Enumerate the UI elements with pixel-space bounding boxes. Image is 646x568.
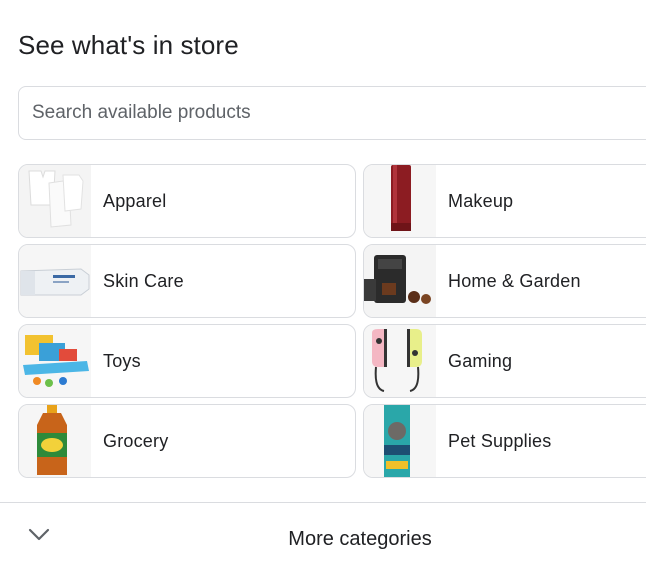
toys-icon: [19, 325, 91, 397]
category-label: Skin Care: [103, 270, 184, 291]
category-label: Pet Supplies: [448, 430, 552, 451]
category-card-skin-care[interactable]: Skin Care: [18, 244, 356, 318]
grocery-icon: [19, 405, 91, 477]
category-label: Apparel: [103, 190, 167, 211]
category-card-apparel[interactable]: Apparel: [18, 164, 356, 238]
category-label: Gaming: [448, 350, 513, 371]
category-card-home-garden[interactable]: Home & Garden: [363, 244, 646, 318]
apparel-icon: [19, 165, 91, 237]
category-label: Grocery: [103, 430, 169, 451]
pet-supplies-icon: [364, 405, 436, 477]
category-card-grocery[interactable]: Grocery: [18, 404, 356, 478]
category-label: Home & Garden: [448, 270, 581, 291]
search-box[interactable]: [18, 86, 646, 140]
category-label: Makeup: [448, 190, 514, 211]
more-categories-button[interactable]: More categories: [0, 503, 646, 568]
gaming-icon: [364, 325, 436, 397]
makeup-icon: [364, 165, 436, 237]
category-card-toys[interactable]: Toys: [18, 324, 356, 398]
home-garden-icon: [364, 245, 436, 317]
category-label: Toys: [103, 350, 141, 371]
category-card-gaming[interactable]: Gaming: [363, 324, 646, 398]
skin-care-icon: [19, 245, 91, 317]
search-input[interactable]: [30, 101, 646, 125]
more-categories-label: More categories: [288, 528, 432, 550]
category-card-pet-supplies[interactable]: Pet Supplies: [363, 404, 646, 478]
section-title: See what's in store: [18, 30, 239, 60]
category-card-makeup[interactable]: Makeup: [363, 164, 646, 238]
